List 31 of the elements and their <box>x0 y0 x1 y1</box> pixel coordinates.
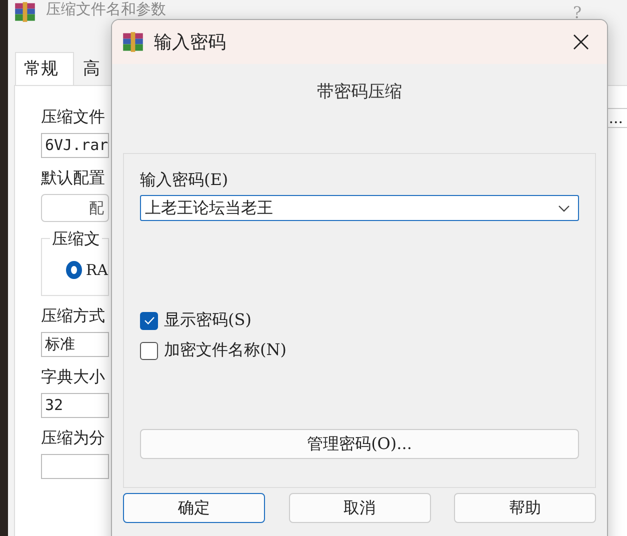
field-label: 压缩方式 <box>41 306 106 327</box>
archive-icon <box>14 1 36 23</box>
field-label: 默认配置 <box>41 168 106 189</box>
dropdown-field[interactable]: 32 <box>41 393 109 418</box>
archive-icon <box>122 31 144 53</box>
close-icon[interactable] <box>573 34 589 50</box>
dialog-heading: 带密码压缩 <box>317 81 402 103</box>
dialog-button[interactable]: 取消 <box>288 493 430 523</box>
dialog-button[interactable]: 帮助 <box>454 493 596 523</box>
checkbox[interactable] <box>140 342 158 360</box>
dialog-button[interactable]: 确定 <box>123 493 265 523</box>
field-label: 压缩文件 <box>41 107 106 128</box>
input-field[interactable]: 6VJ.rar <box>41 133 109 158</box>
manage-passwords-button[interactable]: 管理密码(O)... <box>140 429 579 459</box>
checkbox-label: 显示密码(S) <box>164 310 252 331</box>
check-icon <box>144 316 154 325</box>
checkbox[interactable] <box>140 312 158 330</box>
window-title: 压缩文件名和参数 <box>46 1 166 17</box>
input-field[interactable] <box>41 454 109 479</box>
tab[interactable]: 常规 <box>15 52 74 85</box>
checkbox-label: 加密文件名称(N) <box>164 340 286 361</box>
password-field[interactable]: 上老王论坛当老王 <box>140 195 579 221</box>
dialog-title: 输入密码 <box>154 31 227 54</box>
radio-label: RA <box>86 261 108 279</box>
field-label: 压缩为分 <box>41 428 106 449</box>
field-label: 输入密码(E) <box>140 170 228 191</box>
radio-button[interactable] <box>66 261 82 279</box>
chevron-down-icon <box>558 204 570 212</box>
dropdown-field[interactable]: 标准 <box>41 332 109 357</box>
field-label: 字典大小 <box>41 367 106 388</box>
profile-button[interactable]: 配 <box>41 194 109 222</box>
